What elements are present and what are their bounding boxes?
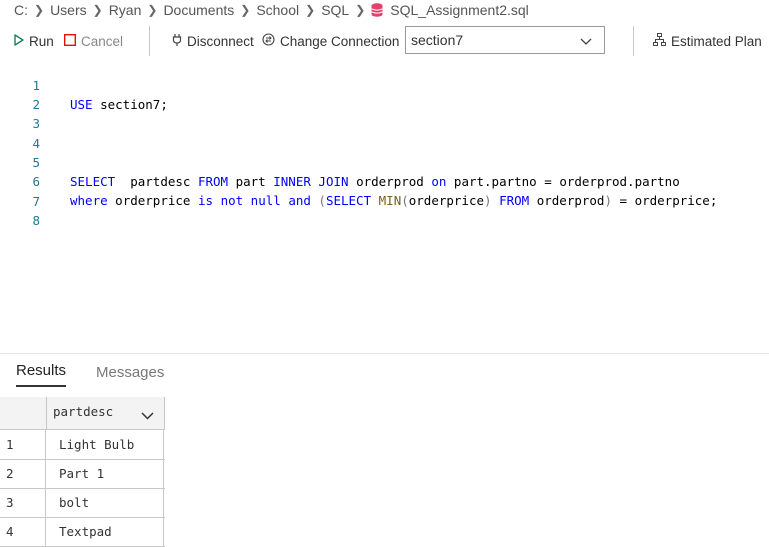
tab-messages[interactable]: Messages [96, 364, 164, 381]
breadcrumb-file[interactable]: SQL_Assignment2.sql [390, 2, 529, 18]
editor-line: 7 [0, 173, 769, 192]
editor-line: 8 [0, 192, 769, 211]
cell-partdesc[interactable]: Textpad [47, 517, 164, 546]
row-number: 4 [0, 517, 46, 546]
chevron-right-icon: ❯ [147, 3, 157, 17]
editor-line: 2 [0, 76, 769, 95]
row-number: 3 [0, 488, 46, 517]
table-row[interactable]: 2 Part 1 [0, 459, 165, 489]
query-toolbar: Run Cancel Disconnect Change Connection … [0, 26, 769, 56]
plan-tree-icon [653, 33, 666, 49]
database-select-value: section7 [411, 32, 463, 48]
breadcrumb-item-drive[interactable]: C: [14, 2, 28, 18]
cell-partdesc[interactable]: Part 1 [47, 459, 164, 488]
table-row[interactable]: 3 bolt [0, 488, 165, 518]
cancel-button[interactable]: Cancel [64, 34, 123, 49]
play-icon [14, 34, 24, 49]
column-header-partdesc[interactable]: partdesc [47, 397, 165, 429]
cancel-label: Cancel [81, 34, 123, 49]
tab-results[interactable]: Results [16, 362, 66, 387]
database-select[interactable]: section7 [405, 26, 605, 54]
editor-line: 1 USE section7; [0, 57, 769, 76]
chevron-down-icon[interactable] [141, 408, 154, 423]
change-connection-button[interactable]: Change Connection [262, 33, 399, 49]
change-connection-label: Change Connection [280, 34, 399, 49]
breadcrumb-item-school[interactable]: School [256, 2, 299, 18]
breadcrumb-item-users[interactable]: Users [50, 2, 87, 18]
toolbar-divider [633, 26, 634, 56]
editor-line: 4 [0, 115, 769, 134]
breadcrumb-item-documents[interactable]: Documents [163, 2, 234, 18]
estimated-plan-button[interactable]: Estimated Plan [653, 33, 769, 50]
editor-line: 6 where orderprice is not null and (SELE… [0, 153, 769, 172]
breadcrumb: C: ❯ Users ❯ Ryan ❯ Documents ❯ School ❯… [14, 0, 529, 20]
breadcrumb-item-ryan[interactable]: Ryan [109, 2, 142, 18]
table-row[interactable]: 1 Light Bulb [0, 430, 165, 460]
column-header-label: partdesc [53, 404, 113, 419]
row-number: 1 [0, 430, 46, 459]
row-number-header [0, 397, 47, 429]
estimated-plan-label: Estimated Plan [671, 34, 762, 49]
stop-icon [64, 34, 76, 49]
plug-icon [172, 33, 182, 50]
chevron-right-icon: ❯ [93, 3, 103, 17]
row-number: 2 [0, 459, 46, 488]
chevron-right-icon: ❯ [355, 3, 365, 17]
chevron-right-icon: ❯ [240, 3, 250, 17]
editor-line: 3 [0, 95, 769, 114]
line-number: 8 [0, 211, 40, 230]
table-row[interactable]: 4 Textpad [0, 517, 165, 547]
run-button[interactable]: Run [14, 34, 54, 49]
chevron-right-icon: ❯ [34, 3, 44, 17]
disconnect-button[interactable]: Disconnect [172, 33, 254, 50]
breadcrumb-item-sql[interactable]: SQL [321, 2, 349, 18]
cell-partdesc[interactable]: bolt [47, 488, 164, 517]
change-connection-icon [262, 33, 275, 49]
editor-line: 5 SELECT partdesc FROM part INNER JOIN o… [0, 134, 769, 153]
chevron-down-icon [580, 33, 592, 49]
chevron-right-icon: ❯ [305, 3, 315, 17]
panel-divider [0, 353, 769, 354]
run-label: Run [29, 34, 54, 49]
database-file-icon [371, 3, 383, 17]
cell-partdesc[interactable]: Light Bulb [47, 430, 164, 459]
disconnect-label: Disconnect [187, 34, 254, 49]
toolbar-divider [149, 26, 150, 56]
grid-header: partdesc [0, 397, 165, 430]
